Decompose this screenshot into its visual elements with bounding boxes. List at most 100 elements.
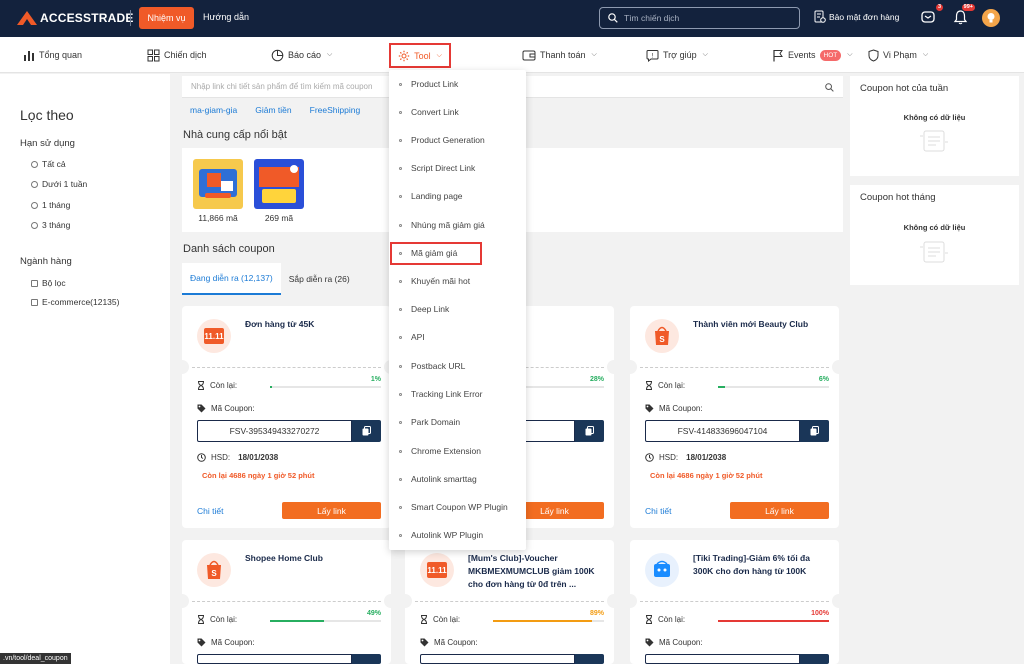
bullet-icon [399,279,402,283]
nav-tool[interactable]: Tool ⌵ [389,43,451,68]
tool-menu-label: Convert Link [411,107,459,117]
card-notch [630,594,637,608]
nav-events[interactable]: Events HOT ⌵ [772,37,853,73]
ma-coupon-text: Mã Coupon: [434,638,478,647]
coupon-card: S Thành viên mới Beauty Club Còn lại: 6% Mã … [630,306,839,528]
tool-menu-item[interactable]: Deep Link [389,299,526,319]
coupon-tabs: Đang diễn ra (12,137) Sắp diễn ra (26) [182,263,358,295]
chevron-down-icon: ⌵ [591,51,597,58]
copy-button[interactable] [352,420,381,442]
tag-link[interactable]: FreeShipping [310,105,361,115]
avatar[interactable] [982,9,1000,27]
tool-menu-label: Postback URL [411,361,466,371]
checkbox-ecommerce[interactable]: E-commerce(12135) [31,297,119,307]
usage-progress-bar [270,620,381,622]
tool-menu-item[interactable]: Autolink WP Plugin [389,525,526,545]
supplier-lazada[interactable]: 269 mã [254,159,304,223]
tool-menu-label: Tracking Link Error [411,389,483,399]
coupon-code: FSV-414833696047104 [677,426,768,436]
coupon-code-field[interactable]: FSV-395349433270272 [197,420,352,442]
tool-menu-item[interactable]: Product Link [389,74,526,94]
nav-vi-pham[interactable]: Vi Phạm ⌵ [868,37,928,73]
tool-menu-item[interactable]: Postback URL [389,356,526,376]
mail-button[interactable]: 3 [920,4,943,27]
bullet-icon [399,194,402,198]
coupon-code-field[interactable]: FSV-414833696047104 [645,420,800,442]
coupon-title[interactable]: [Tiki Trading]-Giảm 6% tối đa 300K cho đ… [693,552,825,578]
nav-thanh-toan[interactable]: Thanh toán ⌵ [522,37,597,73]
coupon-title[interactable]: [Mum's Club]-Voucher MKBMEXMUMCLUB giảm … [468,552,600,591]
tool-menu-item[interactable]: Nhúng mã giảm giá [389,215,526,235]
tool-menu-item[interactable]: Script Direct Link [389,158,526,178]
bao-mat-link[interactable]: Bảo mật đơn hàng [814,10,899,23]
search-placeholder: Nhập link chi tiết sản phẩm để tìm kiếm … [191,82,373,91]
supplier-logo [193,159,243,209]
coupon-code-field[interactable] [645,654,800,664]
logo[interactable]: ACCESSTRADE [17,11,134,25]
tool-menu-label: Autolink WP Plugin [411,530,484,540]
nav-tro-giup[interactable]: ! Trợ giúp ⌵ [646,37,708,73]
radio-icon [31,221,38,229]
lay-link-button[interactable]: Lấy link [730,502,829,519]
bullet-icon [399,110,402,114]
nav-tong-quan[interactable]: Tổng quan [23,37,82,73]
tool-menu-item[interactable]: Tracking Link Error [389,384,526,404]
no-data-text: Không có dữ liệu [903,223,966,232]
tool-menu-item[interactable]: Landing page [389,186,526,206]
chi-tiet-link[interactable]: Chi tiết [197,506,223,516]
coupon-title[interactable]: Đơn hàng từ 45K [245,318,377,331]
tool-menu-item[interactable]: Convert Link [389,102,526,122]
copy-icon [810,426,819,436]
card-notch [405,594,412,608]
tab-dang-dien-ra[interactable]: Đang diễn ra (12,137) [182,263,281,295]
usage-percent: 28% [589,376,604,383]
tool-menu-item[interactable]: Product Generation [389,130,526,150]
nav-chien-dich-label: Chiến dịch [164,50,207,60]
supplier-shopee[interactable]: 11,866 mã [193,159,243,223]
tool-menu-item[interactable]: Autolink smarttag [389,469,526,489]
tag-link[interactable]: Giảm tiền [255,105,291,115]
nhiem-vu-button[interactable]: Nhiệm vụ [139,7,194,29]
chevron-down-icon: ⌵ [922,51,929,58]
huong-dan-link[interactable]: Hướng dẫn [203,12,249,22]
radio-1-thang[interactable]: 1 tháng [31,200,70,210]
checkbox-bo-loc[interactable]: Bộ lọc [31,278,66,288]
bullet-icon [399,82,402,86]
coupon-title[interactable]: Shopee Home Club [245,552,377,565]
svg-text:11.11: 11.11 [204,332,224,341]
radio-tat-ca[interactable]: Tất cả [31,159,66,169]
nav-chien-dich[interactable]: Chiến dịch [147,37,207,73]
tool-menu-item[interactable]: Smart Coupon WP Plugin [389,497,526,517]
tool-menu-item[interactable]: Park Domain [389,412,526,432]
radio-duoi-1-tuan[interactable]: Dưới 1 tuần [31,179,87,189]
bullet-icon [399,533,402,537]
copy-button[interactable] [800,654,829,664]
lay-link-button[interactable]: Lấy link [282,502,381,519]
supplier-logo [254,159,304,209]
chi-tiet-link[interactable]: Chi tiết [645,506,671,516]
copy-button[interactable] [352,654,381,664]
mail-badge: 3 [935,4,943,11]
checkbox-label: Bộ lọc [42,278,66,288]
bullet-icon [399,477,402,481]
copy-button[interactable] [575,420,604,442]
pie-chart-icon [271,49,284,61]
copy-button[interactable] [800,420,829,442]
chevron-down-icon: ⌵ [702,51,708,58]
tab-sap-dien-ra[interactable]: Sắp diễn ra (26) [280,263,358,295]
ma-coupon-text: Mã Coupon: [211,404,255,413]
campaign-search-input[interactable]: Tìm chiến dịch [599,7,800,29]
tool-menu-item[interactable]: Chrome Extension [389,441,526,461]
nav-bao-cao[interactable]: Báo cáo ⌵ [271,37,332,73]
coupon-code-field[interactable] [197,654,352,664]
notification-button[interactable]: 99+ [953,4,975,27]
coupon-code-field[interactable] [420,654,575,664]
coupon-title[interactable]: Thành viên mới Beauty Club [693,318,825,331]
tool-menu-item[interactable]: Khuyến mãi hot [389,271,526,291]
radio-3-thang[interactable]: 3 tháng [31,220,70,230]
copy-button[interactable] [575,654,604,664]
tool-menu-item[interactable]: API [389,327,526,347]
card-notch [832,594,839,608]
ma-coupon-label: Mã Coupon: [645,638,703,647]
tag-link[interactable]: ma-giam-gia [190,105,237,115]
